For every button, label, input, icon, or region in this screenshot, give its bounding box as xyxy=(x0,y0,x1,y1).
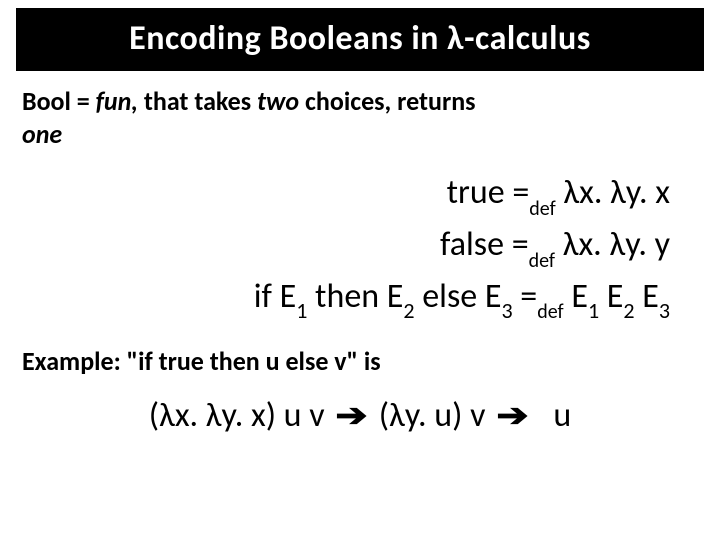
text: λx. λy. y xyxy=(555,224,670,265)
text: u xyxy=(266,345,280,377)
subscript-1: 1 xyxy=(588,297,599,324)
example-label: Example: "if true then u else v" is xyxy=(22,345,698,377)
two-word: two xyxy=(257,85,299,117)
reduction-line: (λx. λy. x) u v ➔ (λy. u) v ➔ u xyxy=(22,395,698,436)
text: Example: "if xyxy=(22,345,159,377)
reduction-step-2: (λy. u) v xyxy=(379,395,486,436)
text: E xyxy=(599,276,623,317)
text: else E xyxy=(415,276,502,317)
def-if: if E1 then E2 else E3 =def E1 E2 E3 xyxy=(22,272,670,324)
def-true: true =def λx. λy. x xyxy=(22,168,670,220)
slide-title: Encoding Booleans in λ-calculus xyxy=(16,8,704,71)
reduction-step-3: u xyxy=(553,395,571,436)
text: that takes xyxy=(138,85,257,117)
subscript-def: def xyxy=(537,300,563,324)
subscript-3: 3 xyxy=(501,297,512,324)
text: λx. λy. x xyxy=(556,172,670,213)
subscript-def: def xyxy=(529,249,555,273)
arrow-icon: ➔ xyxy=(336,396,368,434)
text: false = xyxy=(440,224,529,265)
title-text: Encoding Booleans in λ-calculus xyxy=(129,18,591,59)
slide-content: Bool = fun, that takes two choices, retu… xyxy=(0,85,720,436)
reduction-step-1: (λx. λy. x) u v xyxy=(149,395,325,436)
text: else xyxy=(280,345,335,377)
subscript-def: def xyxy=(529,197,555,221)
fun-word: fun, xyxy=(96,85,138,117)
intro-paragraph: Bool = fun, that takes two choices, retu… xyxy=(22,85,698,150)
text: = xyxy=(513,276,538,317)
subscript-1: 1 xyxy=(296,297,307,324)
text: then xyxy=(204,345,266,377)
text: E xyxy=(635,276,659,317)
def-false: false =def λx. λy. y xyxy=(22,220,670,272)
text: if E xyxy=(254,276,296,317)
arrow-icon: ➔ xyxy=(496,396,528,434)
text: true = xyxy=(447,172,530,213)
definitions-block: true =def λx. λy. x false =def λx. λy. y… xyxy=(22,168,698,323)
text: " is xyxy=(347,345,381,377)
text: E xyxy=(564,276,588,317)
text: choices, returns xyxy=(299,85,475,117)
subscript-2: 2 xyxy=(403,297,414,324)
text: true xyxy=(159,345,204,377)
one-word: one xyxy=(22,118,62,150)
text: v xyxy=(334,345,346,377)
text: then E xyxy=(307,276,403,317)
text: Bool = xyxy=(22,85,96,117)
subscript-2: 2 xyxy=(623,297,634,324)
subscript-3: 3 xyxy=(659,297,670,324)
